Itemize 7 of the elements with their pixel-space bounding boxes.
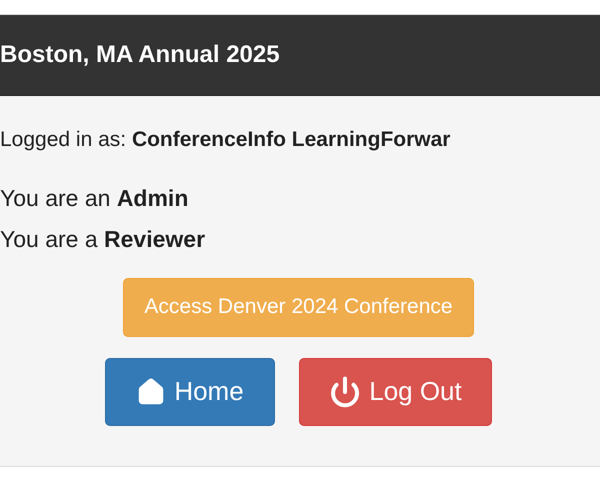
log-out-button[interactable]: Log Out — [299, 358, 492, 426]
power-icon — [329, 376, 362, 408]
home-button[interactable]: Home — [105, 358, 275, 426]
header-title: Boston, MA Annual 2025 — [0, 40, 280, 70]
role-text: You are an Admin — [0, 184, 190, 212]
role-text: You are a Reviewer — [0, 224, 206, 254]
logged-in-text: Logged in as: ConferenceInfo LearningForwar — [0, 127, 452, 153]
